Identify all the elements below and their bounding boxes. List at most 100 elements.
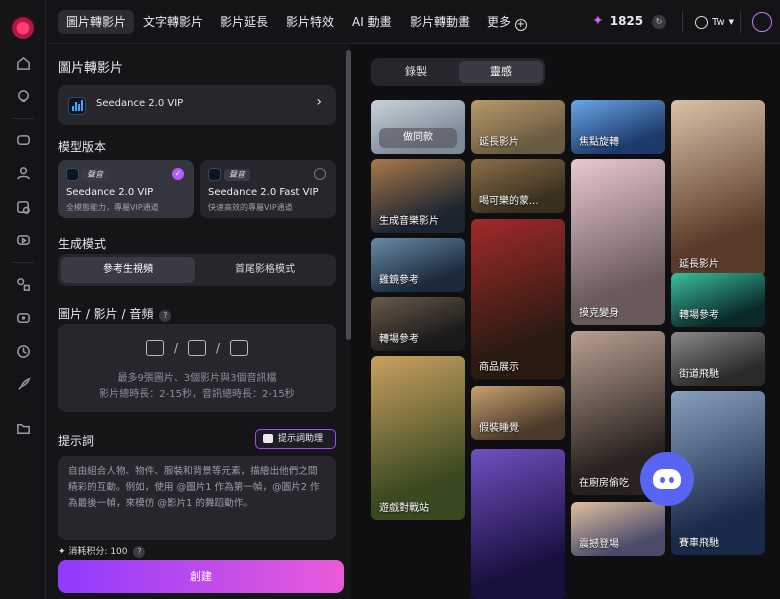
version-heading: 模型版本 <box>58 140 107 154</box>
gallery-panel: 錄製 靈感 做同款 延長影片 焦點旋轉 延長影片 生成音樂影片 喝可樂的蒙... 摸克變身商… <box>359 45 780 599</box>
tab-recordings[interactable]: 錄製 <box>374 61 458 83</box>
panel-scrollbar[interactable] <box>346 50 351 340</box>
cost-value: 消耗积分: 100 <box>68 547 128 557</box>
folder-icon[interactable] <box>13 418 33 438</box>
tab-text-to-video[interactable]: 文字轉影片 <box>135 10 211 34</box>
tab-more[interactable]: 更多 + <box>479 10 535 34</box>
tab-inspiration[interactable]: 靈感 <box>459 61 543 83</box>
inspiration-tile[interactable]: 喝可樂的蒙... <box>471 159 565 213</box>
model-name: Seedance 2.0 VIP <box>96 98 184 109</box>
inspiration-tile[interactable]: 假裝睡覺 <box>471 386 565 440</box>
gallery-toggle: 錄製 靈感 <box>371 58 545 86</box>
language-selector[interactable]: Tw ▼ <box>695 11 734 33</box>
inspiration-tile[interactable]: 轉場參考 <box>671 273 765 327</box>
inspiration-tile[interactable]: 街道飛馳 <box>671 332 765 386</box>
panel-title: 圖片轉影片 <box>58 61 124 76</box>
image-add-icon <box>145 340 164 356</box>
version-name: Seedance 2.0 Fast VIP <box>208 187 319 198</box>
discord-button[interactable] <box>640 452 694 506</box>
discord-eye <box>660 477 665 483</box>
message-icon[interactable] <box>13 308 33 328</box>
inspiration-tile[interactable]: 雞鏡參考 <box>371 238 465 292</box>
seedance-logo-icon <box>208 168 221 181</box>
credits-display[interactable]: ✦ 1825 <box>592 13 643 29</box>
globe-icon <box>695 15 708 29</box>
sparkle-icon: ✦ <box>58 547 66 557</box>
prompt-assistant-button[interactable]: 提示詞助理 <box>255 429 336 449</box>
assistant-icon <box>263 434 273 443</box>
media-upload-area[interactable]: / / 最多9張圖片、3個影片與3個音訊檔 影片總時長：2-15秒，音訊總時長：… <box>58 324 336 412</box>
rail-divider <box>12 262 34 263</box>
credits-value: 1825 <box>609 14 644 28</box>
seedance-logo-icon <box>68 97 86 115</box>
seedance-logo-icon <box>66 168 79 181</box>
video-chat-icon[interactable] <box>13 230 33 250</box>
version-description: 全模態能力，專屬VIP通道 <box>66 203 159 212</box>
shapes-icon[interactable] <box>13 274 33 294</box>
sparkle-icon: ✦ <box>592 13 604 29</box>
refresh-icon[interactable]: ↻ <box>652 15 666 29</box>
inspiration-tile[interactable]: 延長影片 <box>671 100 765 276</box>
version-description: 快速高效的專屬VIP通道 <box>208 203 293 212</box>
caret-down-icon: ▼ <box>728 18 735 26</box>
history-icon[interactable] <box>13 341 33 361</box>
tab-video-to-animation[interactable]: 影片轉動畫 <box>402 10 478 34</box>
audio-add-icon <box>230 340 249 356</box>
audio-tag: 聲音 <box>224 169 250 181</box>
app-logo[interactable] <box>11 15 35 39</box>
language-label: Tw <box>712 16 725 28</box>
tab-ai-animation[interactable]: AI 動畫 <box>344 10 400 34</box>
inspiration-tile[interactable]: 遊戲對戰站 <box>371 356 465 520</box>
user-icon[interactable] <box>13 163 33 183</box>
model-selector[interactable]: Seedance 2.0 VIP › <box>58 85 336 125</box>
make-same-button[interactable]: 做同款 <box>379 128 457 148</box>
image-search-icon[interactable] <box>13 197 33 217</box>
audio-tag: 聲音 <box>82 169 108 181</box>
prompt-input[interactable]: 自由組合人物、物件、服裝和背景等元素，描繪出他們之間精彩的互動。例如，使用 @圖… <box>58 456 336 540</box>
inspiration-tile[interactable]: 生成音樂影片 <box>371 159 465 233</box>
upload-durations: 影片總時長：2-15秒，音訊總時長：2-15秒 <box>99 389 295 400</box>
rocket-icon[interactable] <box>13 374 33 394</box>
inspiration-tile[interactable]: 延長影片 <box>471 100 565 154</box>
user-avatar[interactable] <box>752 12 772 32</box>
media-heading: 圖片 / 影片 / 音頻? <box>58 305 172 322</box>
tile-label: 延長影片 <box>679 259 719 270</box>
inspiration-tile[interactable]: 商品展示 <box>471 219 565 379</box>
rail-divider <box>12 118 34 119</box>
chat-icon[interactable] <box>13 130 33 150</box>
inspiration-tile[interactable]: 摸克變身 <box>571 159 665 325</box>
inspiration-tile[interactable]: 焦點旋轉 <box>571 100 665 154</box>
help-icon[interactable]: ? <box>159 310 172 322</box>
tile-label: 商品展示 <box>479 362 519 373</box>
tab-video-extend[interactable]: 影片延長 <box>212 10 276 34</box>
tile-label: 震撼登場 <box>579 539 619 550</box>
left-rail <box>0 0 46 599</box>
more-label: 更多 <box>487 15 512 29</box>
separator: / <box>216 341 221 355</box>
tab-image-to-video[interactable]: 圖片轉影片 <box>58 10 135 34</box>
help-icon[interactable]: ? <box>133 546 146 558</box>
tile-label: 轉場參考 <box>379 334 419 345</box>
checkmark-icon: ✓ <box>172 168 184 180</box>
tile-label: 生成音樂影片 <box>379 216 439 227</box>
version-card-vip[interactable]: 聲音 ✓ Seedance 2.0 VIP 全模態能力，專屬VIP通道 <box>58 160 194 218</box>
inspiration-tile[interactable] <box>471 449 565 599</box>
tile-label: 喝可樂的蒙... <box>479 196 539 207</box>
inspiration-tile[interactable]: 做同款 <box>371 100 465 154</box>
tab-video-effects[interactable]: 影片特效 <box>278 10 342 34</box>
top-nav: 圖片轉影片 文字轉影片 影片延長 影片特效 AI 動畫 影片轉動畫 更多 + ✦… <box>46 0 780 44</box>
home-icon[interactable] <box>13 53 33 73</box>
version-card-fast-vip[interactable]: 聲音 Seedance 2.0 Fast VIP 快速高效的專屬VIP通道 <box>200 160 336 218</box>
separator: / <box>173 341 178 355</box>
mode-first-last-frame[interactable]: 首尾影格模式 <box>198 257 332 283</box>
mode-heading: 生成模式 <box>58 237 107 251</box>
inspiration-tile[interactable]: 轉場參考 <box>371 297 465 351</box>
tile-label: 賽車飛馳 <box>679 538 719 549</box>
prompt-assistant-label: 提示詞助理 <box>278 434 324 444</box>
inspiration-tile[interactable]: 震撼登場 <box>571 502 665 556</box>
tile-label: 延長影片 <box>479 137 519 148</box>
tile-label: 街道飛馳 <box>679 369 719 380</box>
lightbulb-icon[interactable] <box>13 86 33 106</box>
create-button[interactable]: 創建 <box>58 560 344 593</box>
mode-reference[interactable]: 參考生視頻 <box>61 257 195 283</box>
